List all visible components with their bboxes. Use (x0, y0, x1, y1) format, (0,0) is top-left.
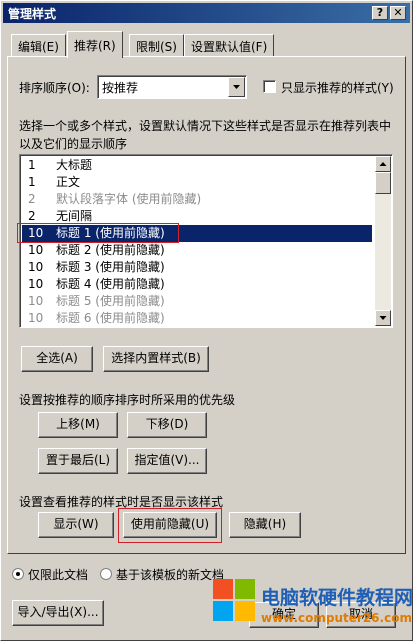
tab-recommend[interactable]: 推荐(R) (67, 31, 123, 58)
assign-value-button[interactable]: 指定值(V)... (127, 448, 207, 474)
show-button[interactable]: 显示(W) (38, 512, 114, 538)
list-scrollbar[interactable] (375, 156, 391, 326)
hide-until-used-button[interactable]: 使用前隐藏(U) (123, 512, 217, 538)
arrow-down-icon (379, 316, 387, 320)
manage-styles-dialog: 管理样式 ? ✕ 编辑(E) 推荐(R) 限制(S) 设置默认值(F) 排序顺序… (0, 0, 413, 641)
new-documents-radio[interactable] (100, 568, 112, 580)
this-document-radio[interactable] (12, 568, 24, 580)
chevron-down-icon (233, 85, 240, 89)
list-item[interactable]: 2 默认段落字体 (使用前隐藏) (22, 191, 372, 208)
visibility-label: 设置查看推荐的样式时是否显示该样式 (19, 495, 224, 509)
move-last-button[interactable]: 置于最后(L) (38, 448, 118, 474)
list-item[interactable]: 10 标题 5 (使用前隐藏) (22, 293, 372, 310)
new-documents-label: 基于该模板的新文档 (116, 568, 225, 582)
close-button[interactable]: ✕ (390, 6, 406, 20)
dropdown-arrow-button[interactable] (228, 77, 245, 97)
hide-button[interactable]: 隐藏(H) (229, 512, 301, 538)
scroll-down-button[interactable] (375, 310, 391, 326)
list-item[interactable]: 10 标题 6 (使用前隐藏) (22, 310, 372, 327)
windows-logo-icon (213, 579, 255, 621)
list-item[interactable]: 10 标题 4 (使用前隐藏) (22, 276, 372, 293)
title-bar[interactable]: 管理样式 ? ✕ (3, 3, 410, 23)
move-up-button[interactable]: 上移(M) (38, 412, 118, 438)
tab-set-defaults[interactable]: 设置默认值(F) (184, 34, 275, 56)
sort-order-dropdown[interactable]: 按推荐 (97, 75, 247, 99)
tab-edit[interactable]: 编辑(E) (11, 34, 66, 56)
watermark-site-url: www.computer26.com (261, 611, 412, 625)
show-recommended-only-label: 只显示推荐的样式(Y) (281, 81, 394, 95)
list-item[interactable]: 2 无间隔 (22, 208, 372, 225)
tab-restrict[interactable]: 限制(S) (129, 34, 184, 56)
watermark-site-name: 电脑软硬件教程网 (261, 587, 413, 609)
select-builtin-button[interactable]: 选择内置样式(B) (103, 346, 209, 372)
show-recommended-only-checkbox[interactable] (263, 80, 276, 93)
list-item[interactable]: 10 标题 2 (使用前隐藏) (22, 242, 372, 259)
list-item-selected[interactable]: 10 标题 1 (使用前隐藏) (22, 225, 372, 242)
dialog-title: 管理样式 (8, 7, 57, 21)
description-line-2: 以及它们的显示顺序 (19, 137, 128, 151)
scroll-up-button[interactable] (375, 156, 391, 172)
list-item[interactable]: 1 正文 (22, 174, 372, 191)
help-button[interactable]: ? (372, 6, 388, 20)
move-down-button[interactable]: 下移(D) (127, 412, 207, 438)
this-document-label: 仅限此文档 (28, 568, 89, 582)
priority-label: 设置按推荐的顺序排序时所采用的优先级 (19, 393, 236, 407)
select-all-button[interactable]: 全选(A) (21, 346, 93, 372)
site-watermark: 电脑软硬件教程网 www.computer26.com (213, 571, 413, 640)
scroll-thumb[interactable] (375, 172, 391, 194)
styles-listbox[interactable]: 1 大标题 1 正文 2 默认段落字体 (使用前隐藏) 2 无间隔 10 标题 … (19, 154, 393, 328)
list-item[interactable]: 1 大标题 (22, 157, 372, 174)
description-line-1: 选择一个或多个样式，设置默认情况下这些样式是否显示在推荐列表中 (19, 119, 392, 133)
sort-order-value: 按推荐 (102, 81, 139, 95)
arrow-up-icon (379, 162, 387, 166)
import-export-button[interactable]: 导入/导出(X)... (12, 600, 104, 626)
list-item[interactable]: 10 标题 3 (使用前隐藏) (22, 259, 372, 276)
sort-order-label: 排序顺序(O): (19, 81, 90, 95)
